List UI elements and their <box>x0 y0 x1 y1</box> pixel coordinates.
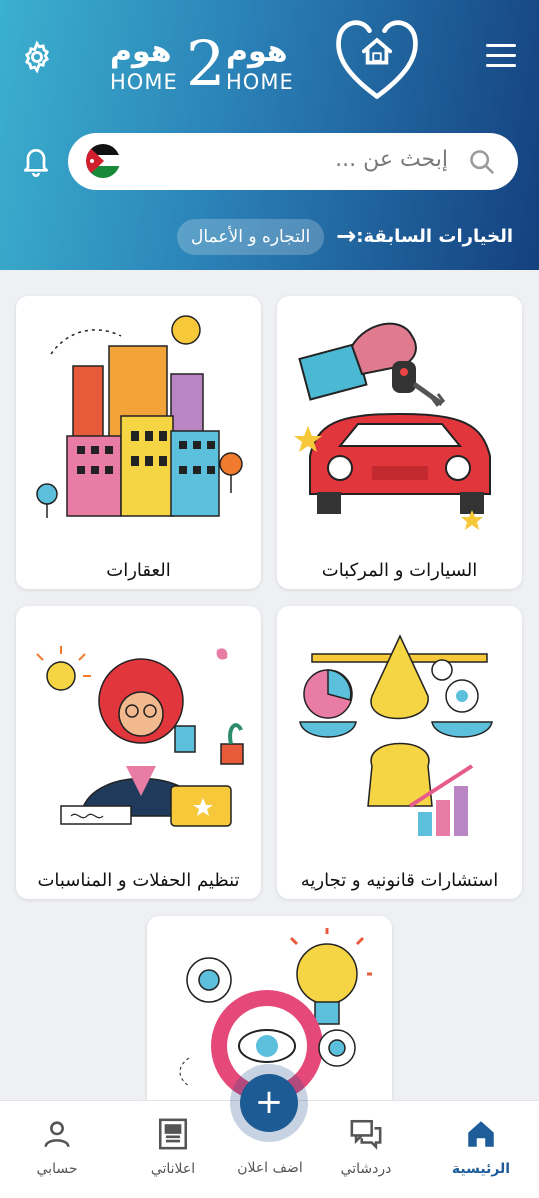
gear-icon[interactable] <box>20 40 54 74</box>
category-card-cars[interactable]: السيارات و المركبات <box>277 296 522 589</box>
category-card-real-estate[interactable]: العقارات <box>16 296 261 589</box>
car-key-illustration <box>294 322 491 530</box>
jordan-flag-icon[interactable] <box>86 144 120 178</box>
menu-icon[interactable] <box>486 44 516 72</box>
chat-icon <box>350 1119 382 1150</box>
arrow-right-icon: → <box>336 222 357 250</box>
category-card-consulting[interactable]: استشارات قانونيه و تجاريه <box>277 606 522 899</box>
previous-choice-chip[interactable]: التجاره و الأعمال <box>177 219 325 255</box>
category-label: استشارات قانونيه و تجاريه <box>300 870 499 891</box>
category-label: السيارات و المركبات <box>321 560 478 581</box>
logo-english-right: HOME <box>226 70 294 94</box>
logo-heart-icon <box>336 20 418 99</box>
buildings-illustration <box>36 315 243 518</box>
search-bar[interactable]: إبحث عن ... <box>68 133 518 190</box>
logo-english-left: HOME <box>110 70 178 94</box>
add-ad-label: اضف اعلان <box>237 1160 303 1176</box>
person-icon <box>44 1121 70 1148</box>
category-label: العقارات <box>106 560 171 581</box>
bell-icon[interactable] <box>20 143 52 179</box>
logo-arabic-right: هوم <box>226 34 288 69</box>
app-header: هوم 2 هوم HOME HOME إبحث عن ... الخيارات… <box>0 0 539 270</box>
category-card-events[interactable]: تنظيم الحفلات و المناسبات <box>16 606 261 899</box>
nav-home-label: الرئيسية <box>451 1161 511 1177</box>
home-icon <box>468 1121 494 1147</box>
nav-account-label: حسابي <box>36 1161 78 1177</box>
nav-chats[interactable]: دردشاتي <box>316 1101 416 1198</box>
nav-chats-label: دردشاتي <box>340 1161 392 1177</box>
logo-arabic-left: هوم <box>110 34 172 69</box>
nav-my-ads[interactable]: اعلاناتي <box>123 1101 223 1198</box>
search-icon[interactable] <box>468 148 496 176</box>
newspaper-icon <box>158 1118 188 1150</box>
scale-illustration <box>299 634 493 836</box>
add-ad-button[interactable]: + <box>240 1074 298 1132</box>
logo-number: 2 <box>186 27 226 100</box>
event-planner-illustration <box>36 646 244 827</box>
nav-my-ads-label: اعلاناتي <box>150 1161 196 1177</box>
search-placeholder[interactable]: إبحث عن ... <box>335 147 448 172</box>
previous-choices-label: الخيارات السابقة: <box>356 225 513 247</box>
nav-home[interactable]: الرئيسية <box>431 1101 531 1198</box>
category-label: تنظيم الحفلات و المناسبات <box>37 870 240 891</box>
nav-account[interactable]: حسابي <box>7 1101 107 1198</box>
previous-choices: الخيارات السابقة: → <box>330 222 513 250</box>
